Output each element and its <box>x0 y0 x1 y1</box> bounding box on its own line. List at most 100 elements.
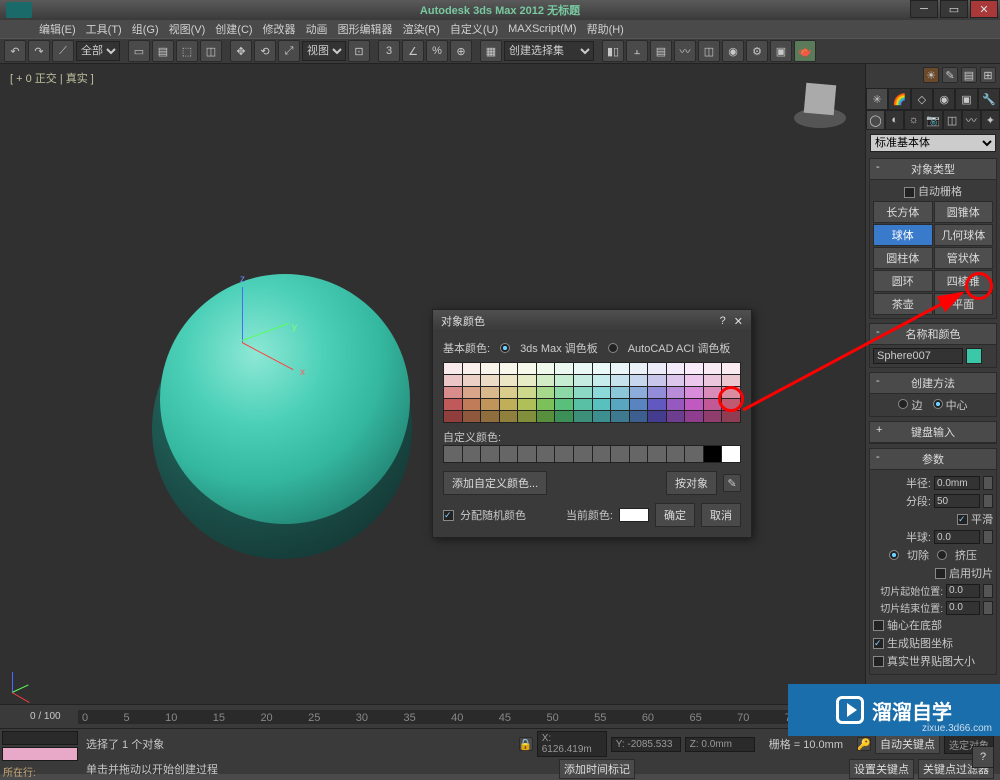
object-type-button[interactable]: 四棱锥 <box>934 270 994 292</box>
color-swatch[interactable] <box>593 375 611 386</box>
color-swatch[interactable] <box>444 375 462 386</box>
z-coord[interactable]: Z: 0.0mm <box>685 737 755 752</box>
color-swatch[interactable] <box>685 411 703 422</box>
x-coord[interactable]: X: 6126.419m <box>537 731 607 757</box>
color-swatch[interactable] <box>481 375 499 386</box>
tool-icon[interactable]: ⊞ <box>980 67 996 83</box>
color-swatch[interactable] <box>667 363 685 374</box>
space-warps-tab[interactable]: 〰 <box>962 110 981 130</box>
spinner-icon[interactable] <box>983 530 993 544</box>
y-coord[interactable]: Y: -2085.533 <box>611 737 681 752</box>
color-swatch[interactable] <box>574 411 592 422</box>
menu-item[interactable]: 图形编辑器 <box>335 21 396 37</box>
move-icon[interactable]: ✥ <box>230 40 252 62</box>
object-type-button[interactable]: 圆锥体 <box>934 201 994 223</box>
autogrid-check[interactable] <box>904 187 915 198</box>
custom-swatch[interactable] <box>481 446 499 462</box>
color-swatch[interactable] <box>444 363 462 374</box>
color-swatch[interactable] <box>704 363 722 374</box>
help-icon[interactable]: ? <box>972 746 994 768</box>
color-swatch[interactable] <box>667 411 685 422</box>
script-listener[interactable] <box>2 731 78 745</box>
minimize-button[interactable]: ─ <box>910 0 938 18</box>
color-swatch[interactable] <box>574 363 592 374</box>
color-swatch[interactable] <box>574 387 592 398</box>
color-swatch[interactable] <box>667 375 685 386</box>
color-swatch[interactable] <box>648 411 666 422</box>
color-swatch[interactable] <box>593 387 611 398</box>
mirror-icon[interactable]: ▮▯ <box>602 40 624 62</box>
object-type-button[interactable]: 圆环 <box>873 270 933 292</box>
color-swatch[interactable] <box>481 411 499 422</box>
radio-chop[interactable] <box>889 550 899 560</box>
color-swatch[interactable] <box>463 411 481 422</box>
custom-swatch[interactable] <box>630 446 648 462</box>
custom-swatch[interactable] <box>722 446 740 462</box>
color-swatch[interactable] <box>722 363 740 374</box>
rollout-obj-type[interactable]: -对象类型 <box>870 159 996 180</box>
lock-icon[interactable]: 🔒 <box>519 737 533 751</box>
color-swatch[interactable] <box>611 363 629 374</box>
color-swatch[interactable] <box>555 363 573 374</box>
dialog-titlebar[interactable]: 对象颜色 ? ✕ <box>433 310 751 332</box>
color-swatch[interactable] <box>611 387 629 398</box>
spinner-snap-icon[interactable]: ⊕ <box>450 40 472 62</box>
radius-spinner[interactable] <box>934 476 980 490</box>
color-swatch[interactable] <box>722 411 740 422</box>
link-icon[interactable]: ⟋ <box>52 40 74 62</box>
add-time-tag-button[interactable]: 添加时间标记 <box>559 759 635 779</box>
tool-icon[interactable]: ✎ <box>942 67 958 83</box>
object-type-button[interactable]: 管状体 <box>934 247 994 269</box>
radio-center[interactable] <box>933 399 943 409</box>
color-swatch[interactable] <box>463 387 481 398</box>
utilities-tab[interactable]: 🔧 <box>978 88 1000 110</box>
custom-swatch[interactable] <box>463 446 481 462</box>
smooth-check[interactable] <box>957 514 968 525</box>
random-color-check[interactable] <box>443 510 454 521</box>
color-swatch[interactable] <box>648 399 666 410</box>
color-swatch[interactable] <box>500 387 518 398</box>
color-swatch[interactable] <box>648 375 666 386</box>
color-swatch[interactable] <box>593 363 611 374</box>
color-swatch[interactable] <box>500 375 518 386</box>
undo-icon[interactable]: ↶ <box>4 40 26 62</box>
object-color-swatch[interactable] <box>966 348 982 364</box>
ok-button[interactable]: 确定 <box>655 503 695 527</box>
color-swatch[interactable] <box>518 387 536 398</box>
maximize-button[interactable]: ▭ <box>940 0 968 18</box>
base-pivot-check[interactable] <box>873 620 884 631</box>
color-swatch[interactable] <box>500 399 518 410</box>
color-swatch[interactable] <box>685 399 703 410</box>
select-name-icon[interactable]: ▤ <box>152 40 174 62</box>
custom-swatch[interactable] <box>537 446 555 462</box>
display-tab[interactable]: ▣ <box>955 88 977 110</box>
custom-swatch[interactable] <box>500 446 518 462</box>
menu-item[interactable]: 修改器 <box>260 21 299 37</box>
radio-edge[interactable] <box>898 399 908 409</box>
rotate-icon[interactable]: ⟲ <box>254 40 276 62</box>
custom-swatch[interactable] <box>518 446 536 462</box>
color-swatch[interactable] <box>518 399 536 410</box>
tool-icon[interactable]: ▤ <box>961 67 977 83</box>
radio-squash[interactable] <box>937 550 947 560</box>
color-swatch[interactable] <box>704 411 722 422</box>
region-icon[interactable]: ⬚ <box>176 40 198 62</box>
color-swatch[interactable] <box>463 399 481 410</box>
real-world-check[interactable] <box>873 656 884 667</box>
eyedropper-icon[interactable]: ✎ <box>723 474 741 492</box>
menu-item[interactable]: 组(G) <box>129 21 162 37</box>
color-swatch[interactable] <box>648 387 666 398</box>
object-type-button[interactable]: 几何球体 <box>934 224 994 246</box>
color-swatch[interactable] <box>630 375 648 386</box>
color-swatch[interactable] <box>722 399 740 410</box>
rollout-create-method[interactable]: -创建方法 <box>870 373 996 394</box>
custom-swatch[interactable] <box>667 446 685 462</box>
color-swatch[interactable] <box>704 375 722 386</box>
color-swatch[interactable] <box>537 399 555 410</box>
dialog-close-icon[interactable]: ✕ <box>734 315 743 328</box>
primitive-category[interactable]: 标准基本体 <box>870 134 996 152</box>
motion-tab[interactable]: ◉ <box>933 88 955 110</box>
shapes-tab[interactable]: ◐ <box>885 110 904 130</box>
color-swatch[interactable] <box>630 411 648 422</box>
sun-icon[interactable]: ☀ <box>923 67 939 83</box>
